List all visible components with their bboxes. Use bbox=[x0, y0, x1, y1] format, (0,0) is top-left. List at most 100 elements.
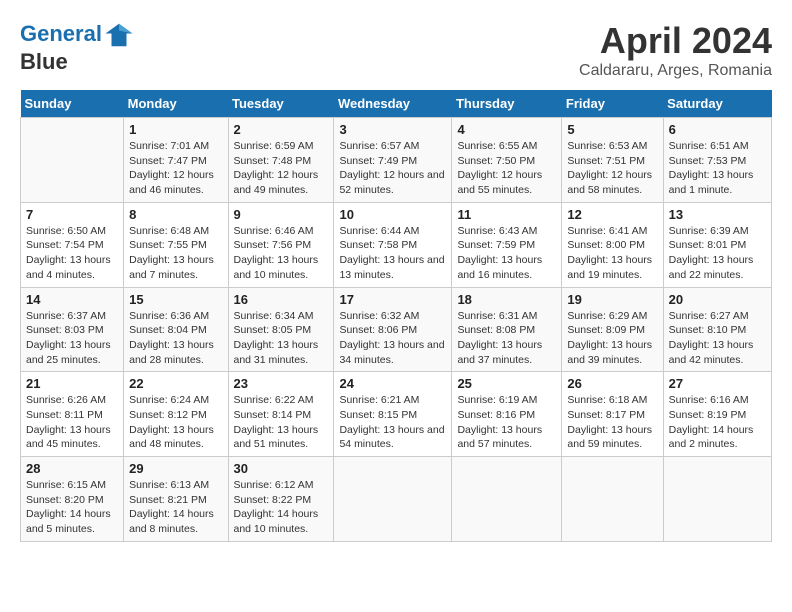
day-info: Sunrise: 6:31 AMSunset: 8:08 PMDaylight:… bbox=[457, 309, 556, 368]
day-info: Sunrise: 6:32 AMSunset: 8:06 PMDaylight:… bbox=[339, 309, 446, 368]
day-number: 23 bbox=[234, 376, 329, 391]
day-number: 13 bbox=[669, 207, 766, 222]
day-number: 19 bbox=[567, 292, 657, 307]
table-row: 10 Sunrise: 6:44 AMSunset: 7:58 PMDayligh… bbox=[334, 202, 452, 287]
table-row: 22Sunrise: 6:24 AMSunset: 8:12 PMDayligh… bbox=[124, 372, 228, 457]
table-row: 7 Sunrise: 6:50 AMSunset: 7:54 PMDaylight… bbox=[21, 202, 124, 287]
day-info: Sunrise: 6:44 AMSunset: 7:58 PMDaylight:… bbox=[339, 224, 446, 283]
day-info: Sunrise: 6:57 AMSunset: 7:49 PMDaylight:… bbox=[339, 139, 446, 198]
day-info: Sunrise: 6:59 AMSunset: 7:48 PMDaylight:… bbox=[234, 139, 329, 198]
table-row: 20 Sunrise: 6:27 AMSunset: 8:10 PMDayligh… bbox=[663, 287, 771, 372]
day-info: Sunrise: 6:19 AMSunset: 8:16 PMDaylight:… bbox=[457, 393, 556, 452]
table-row: 26 Sunrise: 6:18 AMSunset: 8:17 PMDayligh… bbox=[562, 372, 663, 457]
day-number: 22 bbox=[129, 376, 222, 391]
day-info: Sunrise: 6:53 AMSunset: 7:51 PMDaylight:… bbox=[567, 139, 657, 198]
day-number: 17 bbox=[339, 292, 446, 307]
calendar-table: Sunday Monday Tuesday Wednesday Thursday… bbox=[20, 90, 772, 542]
day-number: 26 bbox=[567, 376, 657, 391]
day-info: Sunrise: 6:50 AMSunset: 7:54 PMDaylight:… bbox=[26, 224, 118, 283]
day-info: Sunrise: 6:41 AMSunset: 8:00 PMDaylight:… bbox=[567, 224, 657, 283]
table-row: 14Sunrise: 6:37 AMSunset: 8:03 PMDayligh… bbox=[21, 287, 124, 372]
calendar-title: April 2024 bbox=[579, 20, 772, 62]
table-row: 28 Sunrise: 6:15 AMSunset: 8:20 PMDayligh… bbox=[21, 457, 124, 542]
day-info: Sunrise: 6:34 AMSunset: 8:05 PMDaylight:… bbox=[234, 309, 329, 368]
day-number: 9 bbox=[234, 207, 329, 222]
header-saturday: Saturday bbox=[663, 90, 771, 118]
table-row bbox=[452, 457, 562, 542]
header-monday: Monday bbox=[124, 90, 228, 118]
day-number: 24 bbox=[339, 376, 446, 391]
day-number: 28 bbox=[26, 461, 118, 476]
table-row: 25 Sunrise: 6:19 AMSunset: 8:16 PMDayligh… bbox=[452, 372, 562, 457]
day-number: 8 bbox=[129, 207, 222, 222]
day-number: 16 bbox=[234, 292, 329, 307]
table-row: 15 Sunrise: 6:36 AMSunset: 8:04 PMDayligh… bbox=[124, 287, 228, 372]
table-row: 24 Sunrise: 6:21 AMSunset: 8:15 PMDayligh… bbox=[334, 372, 452, 457]
table-row: 2 Sunrise: 6:59 AMSunset: 7:48 PMDaylight… bbox=[228, 118, 334, 203]
table-row: 29Sunrise: 6:13 AMSunset: 8:21 PMDayligh… bbox=[124, 457, 228, 542]
table-row: 3Sunrise: 6:57 AMSunset: 7:49 PMDaylight… bbox=[334, 118, 452, 203]
day-number: 4 bbox=[457, 122, 556, 137]
table-row: 1 Sunrise: 7:01 AMSunset: 7:47 PMDaylight… bbox=[124, 118, 228, 203]
day-number: 25 bbox=[457, 376, 556, 391]
table-row: 12 Sunrise: 6:41 AMSunset: 8:00 PMDayligh… bbox=[562, 202, 663, 287]
calendar-week-row: 14Sunrise: 6:37 AMSunset: 8:03 PMDayligh… bbox=[21, 287, 772, 372]
day-number: 27 bbox=[669, 376, 766, 391]
day-info: Sunrise: 6:51 AMSunset: 7:53 PMDaylight:… bbox=[669, 139, 766, 198]
table-row: 9 Sunrise: 6:46 AMSunset: 7:56 PMDaylight… bbox=[228, 202, 334, 287]
day-number: 30 bbox=[234, 461, 329, 476]
header-wednesday: Wednesday bbox=[334, 90, 452, 118]
calendar-week-row: 21Sunrise: 6:26 AMSunset: 8:11 PMDayligh… bbox=[21, 372, 772, 457]
header-thursday: Thursday bbox=[452, 90, 562, 118]
day-info: Sunrise: 6:29 AMSunset: 8:09 PMDaylight:… bbox=[567, 309, 657, 368]
day-number: 11 bbox=[457, 207, 556, 222]
day-number: 10 bbox=[339, 207, 446, 222]
day-info: Sunrise: 6:13 AMSunset: 8:21 PMDaylight:… bbox=[129, 478, 222, 537]
day-number: 2 bbox=[234, 122, 329, 137]
day-info: Sunrise: 6:37 AMSunset: 8:03 PMDaylight:… bbox=[26, 309, 118, 368]
table-row: 21Sunrise: 6:26 AMSunset: 8:11 PMDayligh… bbox=[21, 372, 124, 457]
calendar-week-row: 1 Sunrise: 7:01 AMSunset: 7:47 PMDaylight… bbox=[21, 118, 772, 203]
day-number: 7 bbox=[26, 207, 118, 222]
calendar-subtitle: Caldararu, Arges, Romania bbox=[579, 62, 772, 80]
table-row: 27 Sunrise: 6:16 AMSunset: 8:19 PMDayligh… bbox=[663, 372, 771, 457]
day-info: Sunrise: 6:16 AMSunset: 8:19 PMDaylight:… bbox=[669, 393, 766, 452]
day-number: 5 bbox=[567, 122, 657, 137]
day-info: Sunrise: 6:21 AMSunset: 8:15 PMDaylight:… bbox=[339, 393, 446, 452]
table-row: 17 Sunrise: 6:32 AMSunset: 8:06 PMDayligh… bbox=[334, 287, 452, 372]
table-row: 11Sunrise: 6:43 AMSunset: 7:59 PMDayligh… bbox=[452, 202, 562, 287]
logo-text: General Blue bbox=[20, 20, 134, 74]
table-row bbox=[334, 457, 452, 542]
table-row: 4 Sunrise: 6:55 AMSunset: 7:50 PMDaylight… bbox=[452, 118, 562, 203]
calendar-header-row: Sunday Monday Tuesday Wednesday Thursday… bbox=[21, 90, 772, 118]
day-info: Sunrise: 6:15 AMSunset: 8:20 PMDaylight:… bbox=[26, 478, 118, 537]
day-number: 6 bbox=[669, 122, 766, 137]
day-info: Sunrise: 6:36 AMSunset: 8:04 PMDaylight:… bbox=[129, 309, 222, 368]
day-number: 1 bbox=[129, 122, 222, 137]
table-row: 18 Sunrise: 6:31 AMSunset: 8:08 PMDayligh… bbox=[452, 287, 562, 372]
header-tuesday: Tuesday bbox=[228, 90, 334, 118]
day-info: Sunrise: 6:27 AMSunset: 8:10 PMDaylight:… bbox=[669, 309, 766, 368]
day-info: Sunrise: 6:39 AMSunset: 8:01 PMDaylight:… bbox=[669, 224, 766, 283]
table-row: 16 Sunrise: 6:34 AMSunset: 8:05 PMDayligh… bbox=[228, 287, 334, 372]
table-row: 19 Sunrise: 6:29 AMSunset: 8:09 PMDayligh… bbox=[562, 287, 663, 372]
day-number: 20 bbox=[669, 292, 766, 307]
day-info: Sunrise: 6:26 AMSunset: 8:11 PMDaylight:… bbox=[26, 393, 118, 452]
header-friday: Friday bbox=[562, 90, 663, 118]
day-info: Sunrise: 6:46 AMSunset: 7:56 PMDaylight:… bbox=[234, 224, 329, 283]
calendar-week-row: 28 Sunrise: 6:15 AMSunset: 8:20 PMDayligh… bbox=[21, 457, 772, 542]
day-info: Sunrise: 6:48 AMSunset: 7:55 PMDaylight:… bbox=[129, 224, 222, 283]
page-header: General Blue April 2024 Caldararu, Arges… bbox=[20, 20, 772, 80]
day-number: 18 bbox=[457, 292, 556, 307]
table-row: 6 Sunrise: 6:51 AMSunset: 7:53 PMDaylight… bbox=[663, 118, 771, 203]
day-info: Sunrise: 6:12 AMSunset: 8:22 PMDaylight:… bbox=[234, 478, 329, 537]
day-number: 12 bbox=[567, 207, 657, 222]
table-row: 23 Sunrise: 6:22 AMSunset: 8:14 PMDayligh… bbox=[228, 372, 334, 457]
table-row bbox=[21, 118, 124, 203]
table-row bbox=[562, 457, 663, 542]
day-info: Sunrise: 6:55 AMSunset: 7:50 PMDaylight:… bbox=[457, 139, 556, 198]
day-info: Sunrise: 6:22 AMSunset: 8:14 PMDaylight:… bbox=[234, 393, 329, 452]
day-info: Sunrise: 6:18 AMSunset: 8:17 PMDaylight:… bbox=[567, 393, 657, 452]
day-number: 15 bbox=[129, 292, 222, 307]
day-info: Sunrise: 7:01 AMSunset: 7:47 PMDaylight:… bbox=[129, 139, 222, 198]
